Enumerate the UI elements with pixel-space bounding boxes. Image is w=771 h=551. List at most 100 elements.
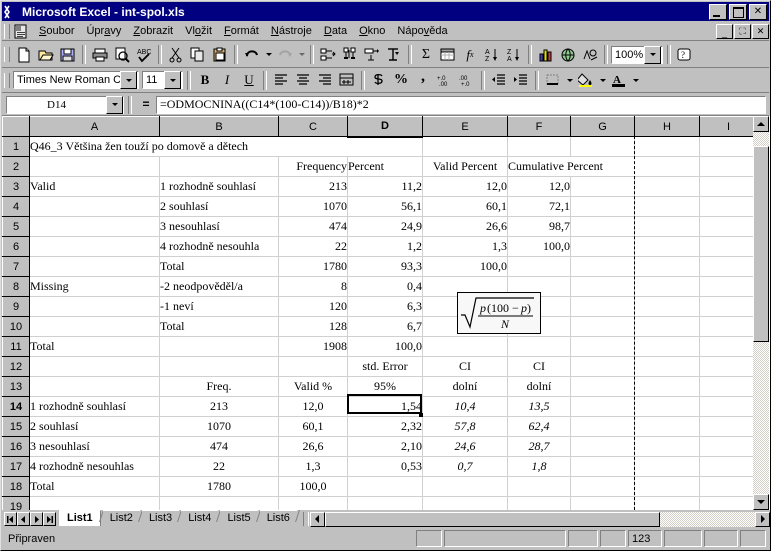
cell-B19[interactable]: [159, 496, 279, 510]
cell-C6[interactable]: 22: [278, 236, 348, 257]
vertical-scroll-thumb[interactable]: [753, 146, 769, 342]
cell-I16[interactable]: [699, 436, 758, 457]
cell-B15[interactable]: 1070: [159, 416, 279, 437]
menu-data[interactable]: Data: [318, 24, 353, 38]
font-color-icon[interactable]: A: [608, 70, 630, 91]
cell-C2[interactable]: Frequency: [278, 156, 348, 177]
doc-minimize-button[interactable]: _: [716, 23, 733, 39]
cell-C9[interactable]: 120: [278, 296, 348, 317]
cell-F5[interactable]: 98,7: [507, 216, 571, 237]
select-all-corner[interactable]: [2, 116, 30, 137]
cell-A3[interactable]: Valid: [29, 176, 160, 197]
cell-D8[interactable]: 0,4: [347, 276, 423, 297]
cell-I8[interactable]: [699, 276, 758, 297]
cell-H12[interactable]: [634, 356, 700, 377]
cell-D3[interactable]: 11,2: [347, 176, 423, 197]
cell-I14[interactable]: [699, 396, 758, 417]
cell-A13[interactable]: [29, 376, 160, 397]
sheet-tab-list1[interactable]: List1: [59, 510, 101, 526]
sheet-tab-list2[interactable]: List2: [102, 510, 140, 526]
row-header-6[interactable]: 6: [2, 236, 30, 257]
font-name-dropdown-icon[interactable]: [120, 71, 137, 89]
cell-E1[interactable]: [422, 136, 508, 157]
menu-soubor[interactable]: SSouboroubor: [33, 24, 80, 38]
fill-handle[interactable]: [419, 413, 423, 417]
cell-G10[interactable]: [570, 316, 635, 337]
cell-G8[interactable]: [570, 276, 635, 297]
row-header-17[interactable]: 17: [2, 456, 30, 477]
row-header-2[interactable]: 2: [2, 156, 30, 177]
menu-drag-handle[interactable]: [4, 23, 10, 39]
cell-H2[interactable]: [634, 156, 700, 177]
maximize-button[interactable]: [729, 3, 747, 20]
undo-icon[interactable]: [241, 44, 263, 65]
cell-D16[interactable]: 2,10: [347, 436, 423, 457]
cell-A12[interactable]: [29, 356, 160, 377]
cell-G12[interactable]: [570, 356, 635, 377]
last-sheet-icon[interactable]: [43, 512, 56, 526]
formatting-toolbar-handle[interactable]: [4, 72, 10, 88]
menu-nastroje[interactable]: Nástroje: [265, 24, 318, 38]
cell-F14[interactable]: 13,5: [507, 396, 571, 417]
cell-F4[interactable]: 72,1: [507, 196, 571, 217]
menu-napoveda[interactable]: Nápověda: [391, 24, 453, 38]
cell-A8[interactable]: Missing: [29, 276, 160, 297]
sort-descending-icon[interactable]: ZA: [503, 44, 525, 65]
cell-A10[interactable]: [29, 316, 160, 337]
currency-icon[interactable]: [368, 70, 390, 91]
row-header-3[interactable]: 3: [2, 176, 30, 197]
standard-toolbar-handle[interactable]: [4, 47, 10, 62]
open-icon[interactable]: [35, 44, 57, 65]
cell-G4[interactable]: [570, 196, 635, 217]
row-header-19[interactable]: 19: [2, 496, 30, 510]
cell-G7[interactable]: [570, 256, 635, 277]
decrease-decimal-icon[interactable]: .00 +.0: [456, 70, 478, 91]
sheet-tab-list6[interactable]: List6: [259, 510, 297, 526]
cell-B12[interactable]: [159, 356, 279, 377]
cell-F6[interactable]: 100,0: [507, 236, 571, 257]
cell-D17[interactable]: 0,53: [347, 456, 423, 477]
align-right-icon[interactable]: [314, 70, 336, 91]
cell-C8[interactable]: 8: [278, 276, 348, 297]
cell-A6[interactable]: [29, 236, 160, 257]
cell-A17[interactable]: 4 rozhodně nesouhlas: [29, 456, 160, 477]
cell-F11[interactable]: [507, 336, 571, 357]
cell-A15[interactable]: 2 souhlasí: [29, 416, 160, 437]
print-icon[interactable]: [89, 44, 111, 65]
underline-button[interactable]: U: [238, 70, 260, 91]
column-header-a[interactable]: A: [29, 116, 160, 137]
menu-zobrazit[interactable]: Zobrazit: [127, 24, 179, 38]
cell-G16[interactable]: [570, 436, 635, 457]
cell-I12[interactable]: [699, 356, 758, 377]
cell-F13[interactable]: dolní: [507, 376, 571, 397]
sheet-body[interactable]: 1 Q46_3 Většina žen touží po domově a dět…: [2, 136, 758, 510]
insert-hyperlink-icon[interactable]: [317, 44, 339, 65]
cell-C4[interactable]: 1070: [278, 196, 348, 217]
cell-F18[interactable]: [507, 476, 571, 497]
row-header-10[interactable]: 10: [2, 316, 30, 337]
sort-ascending-icon[interactable]: AZ: [481, 44, 503, 65]
align-left-icon[interactable]: [270, 70, 292, 91]
cell-F19[interactable]: [507, 496, 571, 510]
cell-A4[interactable]: [29, 196, 160, 217]
cell-B16[interactable]: 474: [159, 436, 279, 457]
web-toolbar-icon[interactable]: [339, 44, 361, 65]
help-icon[interactable]: ?: [674, 44, 696, 65]
cell-E19[interactable]: [422, 496, 508, 510]
cell-E17[interactable]: 0,7: [422, 456, 508, 477]
column-header-b[interactable]: B: [159, 116, 279, 137]
chart-wizard-icon[interactable]: [535, 44, 557, 65]
cell-F17[interactable]: 1,8: [507, 456, 571, 477]
menu-format[interactable]: Formát: [218, 24, 265, 38]
cell-E16[interactable]: 24,6: [422, 436, 508, 457]
cell-I3[interactable]: [699, 176, 758, 197]
cell-D15[interactable]: 2,32: [347, 416, 423, 437]
cell-G14[interactable]: [570, 396, 635, 417]
cell-E11[interactable]: [422, 336, 508, 357]
cell-G13[interactable]: [570, 376, 635, 397]
cell-D11[interactable]: 100,0: [347, 336, 423, 357]
name-box[interactable]: D14: [6, 95, 124, 114]
cell-E5[interactable]: 26,6: [422, 216, 508, 237]
sheet-tabs[interactable]: List1 List2 List3 List4 List5 List6: [59, 510, 300, 528]
cell-B11[interactable]: [159, 336, 279, 357]
